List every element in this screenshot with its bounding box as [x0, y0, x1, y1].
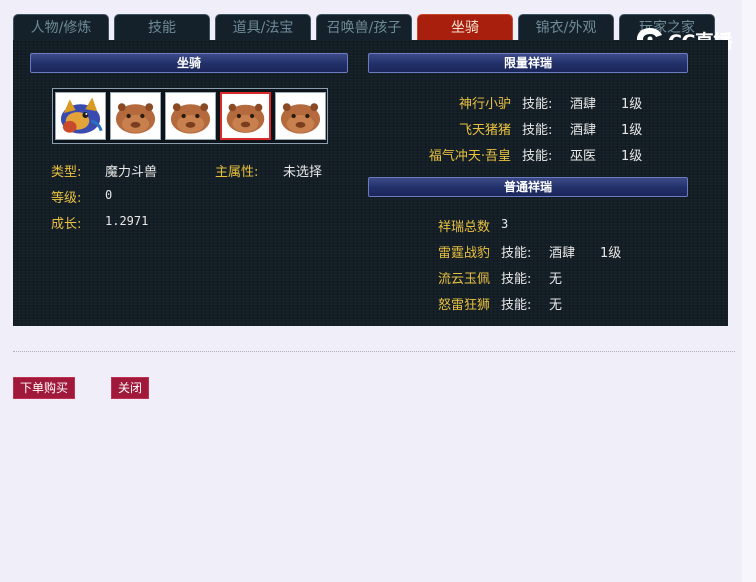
close-button[interactable]: 关闭: [111, 377, 149, 399]
limited-item-level: 1级: [621, 97, 643, 112]
normal-item-name: 怒雷狂狮: [437, 298, 490, 313]
capybara-mount-icon: [226, 103, 265, 133]
capybara-mount-icon: [280, 103, 321, 134]
type-value: 魔力斗兽: [105, 165, 158, 180]
tab-bar: 人物/修炼 技能 道具/法宝 召唤兽/孩子 坐骑 锦衣/外观 玩家之家: [13, 14, 729, 40]
limited-item-skill: 酒肆: [570, 123, 597, 138]
normal-item-name: 雷霆战豹: [437, 246, 490, 261]
mount-slot-bar: [52, 88, 328, 144]
limited-item-level: 1级: [621, 149, 643, 164]
capybara-mount-icon: [170, 103, 211, 134]
tab-summons[interactable]: 召唤兽/孩子: [316, 14, 412, 40]
divider: [13, 351, 735, 352]
mount-slot-5[interactable]: [275, 92, 326, 140]
auspicious-total-label: 祥瑞总数: [437, 220, 490, 235]
normal-item-skill: 酒肆: [549, 246, 576, 261]
limited-section-header: 限量祥瑞: [368, 53, 688, 73]
tab-character[interactable]: 人物/修炼: [13, 14, 109, 40]
mount-slot-4[interactable]: [220, 92, 271, 140]
limited-item-skill: 巫医: [570, 149, 597, 164]
normal-item-skill-label: 技能:: [501, 246, 532, 261]
tab-items[interactable]: 道具/法宝: [215, 14, 311, 40]
limited-item-name: 飞天猪猪: [458, 123, 511, 138]
tab-skills[interactable]: 技能: [114, 14, 210, 40]
mount-section-header: 坐骑: [30, 53, 348, 73]
limited-item-skill-label: 技能:: [522, 97, 553, 112]
normal-item-name: 流云玉佩: [437, 272, 490, 287]
mount-slot-2[interactable]: [110, 92, 161, 140]
growth-value: 1.2971: [105, 214, 149, 228]
tab-outfits[interactable]: 锦衣/外观: [518, 14, 614, 40]
auspicious-total-value: 3: [501, 217, 509, 231]
normal-section-header: 普通祥瑞: [368, 177, 688, 197]
normal-item-skill-label: 技能:: [501, 272, 532, 287]
type-label: 类型:: [51, 165, 82, 180]
normal-item-skill: 无: [549, 298, 563, 313]
scrollbar[interactable]: [742, 0, 756, 582]
limited-item-skill-label: 技能:: [522, 123, 553, 138]
growth-label: 成长:: [51, 217, 82, 232]
main-attribute-value: 未选择: [283, 165, 323, 180]
tab-mounts[interactable]: 坐骑: [417, 14, 513, 40]
normal-item-level: 1级: [600, 246, 622, 261]
dragon-mount-icon: [60, 97, 103, 134]
limited-item-skill-label: 技能:: [522, 149, 553, 164]
mount-panel: 坐骑 限量祥瑞 类型: 魔力斗兽 主属性: 未选择 等级: 0 成长: 1.29…: [13, 40, 728, 326]
mount-slot-3[interactable]: [165, 92, 216, 140]
mount-slot-1[interactable]: [55, 92, 106, 140]
level-value: 0: [105, 188, 113, 202]
capybara-mount-icon: [115, 103, 156, 134]
limited-item-skill: 酒肆: [570, 97, 597, 112]
limited-item-name: 福气冲天·吾皇: [428, 149, 511, 164]
normal-item-skill-label: 技能:: [501, 298, 532, 313]
limited-item-name: 神行小驴: [458, 97, 511, 112]
buy-button[interactable]: 下单购买: [13, 377, 75, 399]
normal-item-skill: 无: [549, 272, 563, 287]
main-attribute-label: 主属性:: [215, 165, 259, 180]
level-label: 等级:: [51, 191, 82, 206]
limited-item-level: 1级: [621, 123, 643, 138]
